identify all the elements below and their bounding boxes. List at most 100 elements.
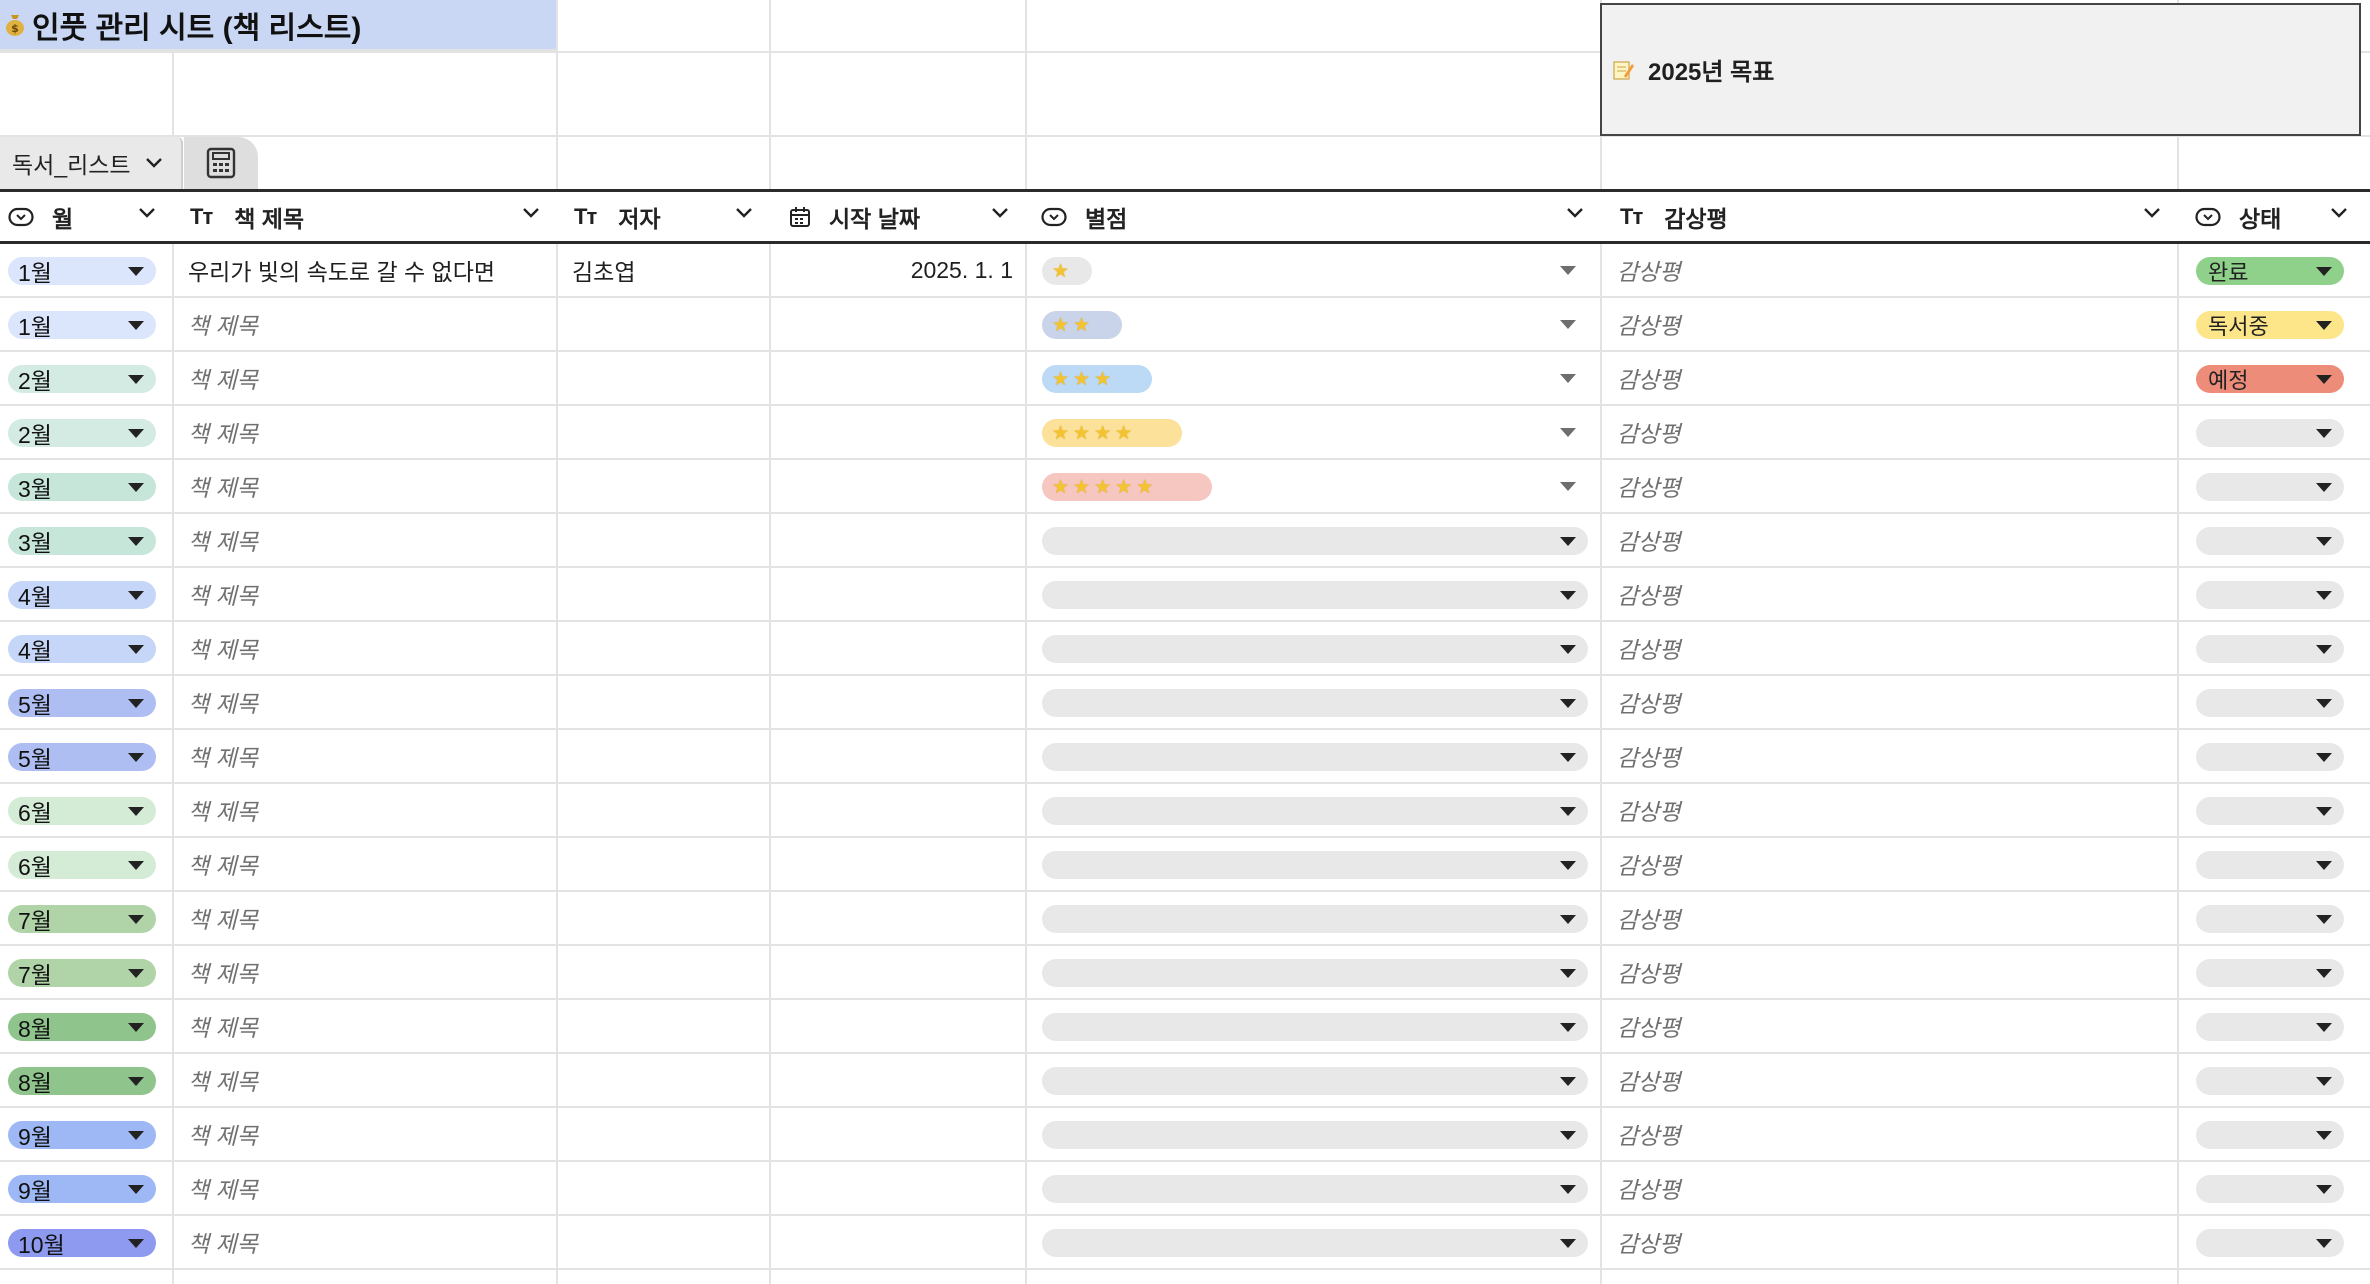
status-chip[interactable] (2196, 1229, 2344, 1257)
month-chip[interactable]: 3월 (8, 473, 156, 502)
dropdown-arrow-icon[interactable] (1560, 1023, 1576, 1032)
start-date-cell[interactable] (771, 406, 1013, 458)
column-header-month[interactable]: 월 (0, 192, 172, 241)
book-title-cell[interactable]: 책 제목 (188, 514, 556, 566)
dropdown-arrow-icon[interactable] (128, 483, 144, 492)
calculator-tab[interactable] (184, 137, 258, 189)
rating-chip[interactable]: ★ ★ (1042, 311, 1122, 339)
dropdown-arrow-icon[interactable] (128, 969, 144, 978)
dropdown-arrow-icon[interactable] (128, 591, 144, 600)
chevron-down-icon[interactable] (145, 157, 163, 169)
book-title-cell[interactable]: 책 제목 (188, 1216, 556, 1268)
chevron-down-icon[interactable] (138, 207, 156, 219)
goal-box[interactable]: 2025년 목표 (1600, 3, 2361, 136)
dropdown-arrow-icon[interactable] (1560, 807, 1576, 816)
author-cell[interactable]: 김초엽 (572, 244, 769, 296)
rating-dropdown[interactable] (1042, 905, 1588, 933)
month-chip[interactable]: 8월 (8, 1013, 156, 1042)
month-chip[interactable]: 3월 (8, 527, 156, 556)
dropdown-arrow-icon[interactable] (1560, 1131, 1576, 1140)
review-cell[interactable]: 감상평 (1617, 298, 2177, 350)
book-title-cell[interactable]: 책 제목 (188, 730, 556, 782)
status-chip[interactable] (2196, 473, 2344, 501)
status-chip[interactable] (2196, 1175, 2344, 1203)
dropdown-arrow-icon[interactable] (2316, 591, 2332, 600)
status-chip[interactable] (2196, 959, 2344, 987)
status-chip[interactable] (2196, 419, 2344, 447)
rating-dropdown[interactable] (1042, 1067, 1588, 1095)
column-header-title[interactable]: Tт 책 제목 (174, 192, 556, 241)
dropdown-arrow-icon[interactable] (128, 807, 144, 816)
book-title-cell[interactable]: 책 제목 (188, 622, 556, 674)
status-chip[interactable] (2196, 797, 2344, 825)
author-cell[interactable] (572, 460, 769, 512)
dropdown-arrow-icon[interactable] (2316, 321, 2332, 330)
chevron-down-icon[interactable] (522, 207, 540, 219)
review-cell[interactable]: 감상평 (1617, 1162, 2177, 1214)
column-header-status[interactable]: 상태 (2179, 192, 2370, 241)
author-cell[interactable] (572, 892, 769, 944)
rating-dropdown[interactable] (1042, 797, 1588, 825)
dropdown-arrow-icon[interactable] (1560, 861, 1576, 870)
month-chip[interactable]: 4월 (8, 635, 156, 664)
status-chip[interactable] (2196, 743, 2344, 771)
start-date-cell[interactable]: 2025. 1. 1 (771, 244, 1013, 296)
review-cell[interactable]: 감상평 (1617, 946, 2177, 998)
review-cell[interactable]: 감상평 (1617, 568, 2177, 620)
review-cell[interactable]: 감상평 (1617, 1108, 2177, 1160)
author-cell[interactable] (572, 838, 769, 890)
dropdown-arrow-icon[interactable] (2316, 699, 2332, 708)
review-cell[interactable]: 감상평 (1617, 406, 2177, 458)
dropdown-arrow-icon[interactable] (128, 1077, 144, 1086)
start-date-cell[interactable] (771, 352, 1013, 404)
rating-dropdown[interactable] (1042, 527, 1588, 555)
dropdown-arrow-icon[interactable] (2316, 861, 2332, 870)
dropdown-arrow-icon[interactable] (2316, 267, 2332, 276)
rating-dropdown[interactable] (1042, 1121, 1588, 1149)
dropdown-arrow-icon[interactable] (1560, 537, 1576, 546)
dropdown-arrow-icon[interactable] (1560, 753, 1576, 762)
book-title-cell[interactable]: 책 제목 (188, 892, 556, 944)
month-chip[interactable]: 5월 (8, 689, 156, 718)
month-chip[interactable]: 7월 (8, 959, 156, 988)
chevron-down-icon[interactable] (2143, 207, 2161, 219)
review-cell[interactable]: 감상평 (1617, 514, 2177, 566)
dropdown-arrow-icon[interactable] (128, 321, 144, 330)
dropdown-arrow-icon[interactable] (128, 267, 144, 276)
rating-dropdown[interactable] (1042, 743, 1588, 771)
start-date-cell[interactable] (771, 514, 1013, 566)
dropdown-arrow-icon[interactable] (128, 429, 144, 438)
author-cell[interactable] (572, 352, 769, 404)
book-title-cell[interactable]: 우리가 빛의 속도로 갈 수 없다면 (188, 244, 556, 296)
dropdown-arrow-icon[interactable] (128, 1131, 144, 1140)
month-chip[interactable]: 1월 (8, 311, 156, 340)
status-chip[interactable] (2196, 1121, 2344, 1149)
dropdown-arrow-icon[interactable] (1560, 699, 1576, 708)
dropdown-arrow-icon[interactable] (128, 915, 144, 924)
book-title-cell[interactable]: 책 제목 (188, 460, 556, 512)
book-title-cell[interactable]: 책 제목 (188, 1000, 556, 1052)
author-cell[interactable] (572, 1162, 769, 1214)
rating-dropdown[interactable] (1042, 1175, 1588, 1203)
review-cell[interactable]: 감상평 (1617, 676, 2177, 728)
status-chip[interactable] (2196, 1067, 2344, 1095)
author-cell[interactable] (572, 1108, 769, 1160)
dropdown-arrow-icon[interactable] (1560, 482, 1576, 491)
author-cell[interactable] (572, 1054, 769, 1106)
dropdown-arrow-icon[interactable] (2316, 807, 2332, 816)
book-title-cell[interactable]: 책 제목 (188, 298, 556, 350)
start-date-cell[interactable] (771, 622, 1013, 674)
start-date-cell[interactable] (771, 1108, 1013, 1160)
month-chip[interactable]: 7월 (8, 905, 156, 934)
start-date-cell[interactable] (771, 1162, 1013, 1214)
start-date-cell[interactable] (771, 1216, 1013, 1268)
dropdown-arrow-icon[interactable] (1560, 1239, 1576, 1248)
status-chip[interactable]: 예정 (2196, 365, 2344, 393)
review-cell[interactable]: 감상평 (1617, 460, 2177, 512)
dropdown-arrow-icon[interactable] (2316, 915, 2332, 924)
review-cell[interactable]: 감상평 (1617, 784, 2177, 836)
dropdown-arrow-icon[interactable] (128, 1239, 144, 1248)
month-chip[interactable]: 4월 (8, 581, 156, 610)
book-title-cell[interactable]: 책 제목 (188, 838, 556, 890)
author-cell[interactable] (572, 1216, 769, 1268)
